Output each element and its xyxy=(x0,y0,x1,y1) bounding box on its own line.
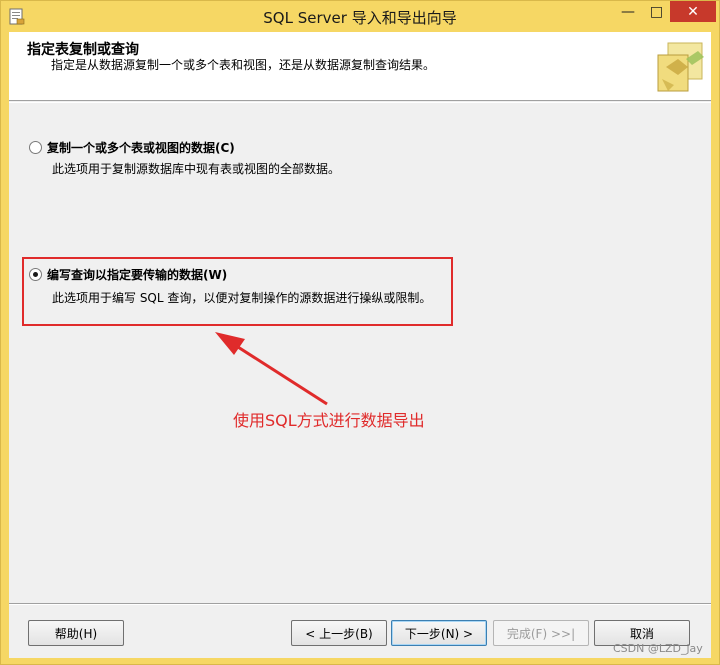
back-button[interactable]: < 上一步(B) xyxy=(291,620,387,646)
wizard-graphic-icon xyxy=(657,42,704,92)
annotation-arrow-icon xyxy=(215,332,328,406)
finish-button[interactable]: 完成(F) >>| xyxy=(493,620,589,646)
title-bar[interactable]: SQL Server 导入和导出向导 — □ ✕ xyxy=(1,1,719,32)
maximize-icon[interactable]: □ xyxy=(643,1,670,22)
minimize-icon[interactable]: — xyxy=(613,1,643,22)
wizard-window: SQL Server 导入和导出向导 — □ ✕ 指定表复制或查询 指定是从数据… xyxy=(0,0,720,665)
wizard-header: 指定表复制或查询 指定是从数据源复制一个或多个表和视图，还是从数据源复制查询结果… xyxy=(9,32,711,101)
wizard-client-area: 指定表复制或查询 指定是从数据源复制一个或多个表和视图，还是从数据源复制查询结果… xyxy=(9,32,711,658)
close-icon[interactable]: ✕ xyxy=(670,1,716,22)
annotation-text: 使用SQL方式进行数据导出 xyxy=(233,411,425,430)
options-panel: 复制一个或多个表或视图的数据(C) 此选项用于复制源数据库中现有表或视图的全部数… xyxy=(9,103,711,613)
help-button[interactable]: 帮助(H) xyxy=(28,620,124,646)
page-subtitle: 指定是从数据源复制一个或多个表和视图，还是从数据源复制查询结果。 xyxy=(51,58,436,72)
footer-divider-highlight xyxy=(9,604,711,605)
watermark: CSDN @LZD_jay xyxy=(613,642,703,655)
next-button[interactable]: 下一步(N) > xyxy=(391,620,487,646)
window-title: SQL Server 导入和导出向导 xyxy=(263,9,457,27)
